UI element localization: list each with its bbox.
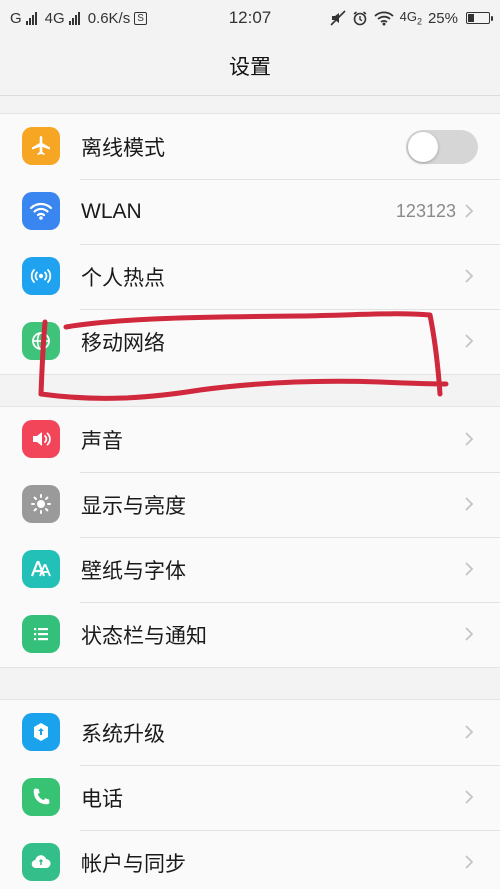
globe-icon	[22, 322, 60, 360]
font-icon	[22, 550, 60, 588]
chevron-right-icon	[465, 432, 474, 446]
battery-level	[468, 14, 474, 22]
setting-wlan[interactable]: WLAN 123123	[0, 179, 500, 244]
signal-icon-2	[68, 11, 80, 25]
airplane-icon	[22, 127, 60, 165]
chevron-right-icon	[465, 855, 474, 869]
setting-label: 离线模式	[81, 135, 165, 160]
cloud-sync-icon	[22, 843, 60, 881]
status-bar: G 4G 0.6K/s S 12:07 4G2 25%	[0, 0, 500, 36]
setting-label: 系统升级	[81, 721, 165, 746]
battery-percent: 25%	[427, 9, 458, 27]
network-type-sub: 2	[416, 16, 422, 27]
setting-label: 帐户与同步	[81, 851, 186, 876]
setting-label: 电话	[81, 786, 123, 811]
setting-label: 移动网络	[81, 330, 165, 355]
speed-badge: S	[134, 11, 147, 25]
settings-group-display: 声音 显示与亮度 壁纸与字体 状态栏与通知	[0, 406, 500, 668]
setting-wallpaper-font[interactable]: 壁纸与字体	[0, 537, 500, 602]
chevron-right-icon	[465, 204, 474, 218]
speaker-icon	[22, 420, 60, 458]
setting-sound[interactable]: 声音	[0, 407, 500, 472]
setting-label: 声音	[81, 428, 123, 453]
chevron-right-icon	[465, 497, 474, 511]
setting-phone[interactable]: 电话	[0, 765, 500, 830]
upgrade-icon	[22, 713, 60, 751]
page-title: 设置	[229, 54, 271, 79]
setting-personal-hotspot[interactable]: 个人热点	[0, 244, 500, 309]
setting-status-bar-notifications[interactable]: 状态栏与通知	[0, 602, 500, 667]
signal-icon	[25, 11, 37, 25]
chevron-right-icon	[465, 562, 474, 576]
setting-label: 个人热点	[81, 265, 165, 290]
chevron-right-icon	[465, 269, 474, 283]
setting-mobile-network[interactable]: 移动网络	[0, 309, 500, 374]
status-right: 4G2 25%	[330, 9, 493, 27]
setting-label: WLAN	[81, 199, 142, 223]
chevron-right-icon	[465, 790, 474, 804]
setting-label: 壁纸与字体	[81, 558, 186, 583]
setting-accounts-sync[interactable]: 帐户与同步	[0, 830, 500, 889]
wifi-status-icon	[373, 11, 394, 26]
network-speed: 0.6K/s	[87, 9, 131, 27]
settings-group-connectivity: 离线模式 WLAN 123123 个人热点 移动网络	[0, 113, 500, 375]
airplane-mode-toggle[interactable]	[406, 130, 478, 164]
chevron-right-icon	[465, 725, 474, 739]
setting-system-upgrade[interactable]: 系统升级	[0, 700, 500, 765]
battery-icon	[466, 12, 493, 24]
title-bar: 设置	[0, 36, 500, 96]
carrier-2-label: 4G	[44, 9, 65, 27]
wifi-icon	[22, 192, 60, 230]
setting-display-brightness[interactable]: 显示与亮度	[0, 472, 500, 537]
status-left: G 4G 0.6K/s S	[10, 10, 330, 27]
setting-label: 显示与亮度	[81, 493, 186, 518]
carrier-1-label: G	[10, 9, 22, 27]
alarm-icon	[353, 11, 367, 26]
wlan-network-name: 123123	[395, 201, 456, 221]
network-type: 4G2	[400, 9, 422, 27]
hotspot-icon	[22, 257, 60, 295]
toggle-knob	[408, 132, 438, 162]
network-type-label: 4G	[399, 9, 417, 25]
brightness-icon	[22, 485, 60, 523]
settings-group-system: 系统升级 电话 帐户与同步	[0, 699, 500, 889]
setting-airplane-mode[interactable]: 离线模式	[0, 114, 500, 179]
chevron-right-icon	[465, 627, 474, 641]
setting-label: 状态栏与通知	[81, 623, 207, 648]
phone-icon	[22, 778, 60, 816]
notification-icon	[22, 615, 60, 653]
mute-icon	[330, 10, 346, 26]
chevron-right-icon	[465, 334, 474, 348]
